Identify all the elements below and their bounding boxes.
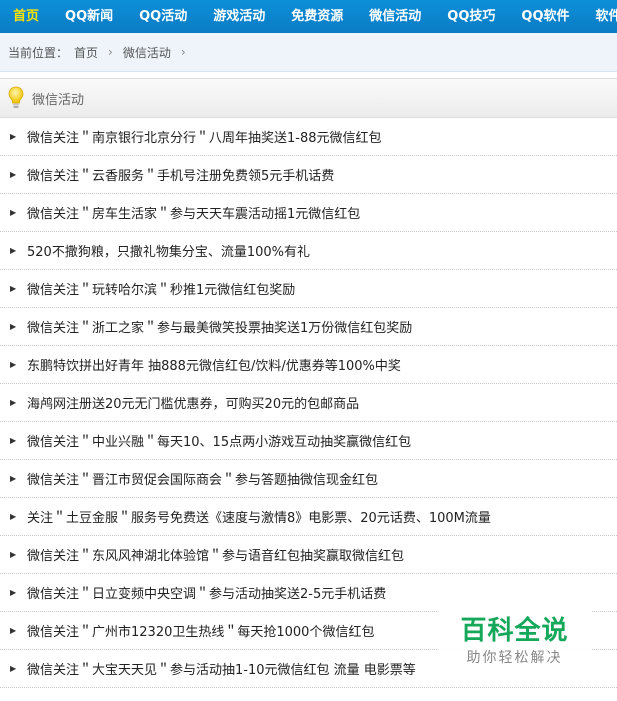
lightbulb-icon: [6, 85, 26, 111]
article-link[interactable]: 微信关注＂日立变频中央空调＂参与活动抽奖送2-5元手机话费: [27, 583, 386, 602]
bullet-arrow-icon: ▶: [10, 322, 17, 331]
list-item[interactable]: ▶ 海鸬网注册送20元无门槛优惠券，可购买20元的包邮商品: [0, 384, 617, 422]
nav-item-game-activities[interactable]: 游戏活动: [200, 0, 278, 33]
bullet-arrow-icon: ▶: [10, 550, 17, 559]
article-link[interactable]: 海鸬网注册送20元无门槛优惠券，可购买20元的包邮商品: [27, 393, 359, 412]
watermark-title: 百科全说: [460, 616, 569, 646]
breadcrumb-wechat-link[interactable]: 微信活动: [123, 44, 171, 61]
bullet-arrow-icon: ▶: [10, 360, 17, 369]
article-link[interactable]: 微信关注＂玩转哈尔滨＂秒推1元微信红包奖励: [27, 279, 295, 298]
article-link[interactable]: 微信关注＂晋江市贸促会国际商会＂参与答题抽微信现金红包: [27, 469, 378, 488]
bullet-arrow-icon: ▶: [10, 398, 17, 407]
chevron-right-icon: ›: [108, 45, 113, 59]
bullet-arrow-icon: ▶: [10, 170, 17, 179]
list-item[interactable]: ▶ 520不撒狗粮，只撒礼物集分宝、流量100%有礼: [0, 232, 617, 270]
chevron-right-icon: ›: [180, 45, 186, 59]
article-link[interactable]: 微信关注＂南京银行北京分行＂八周年抽奖送1-88元微信红包: [27, 127, 382, 146]
list-item[interactable]: ▶ 微信关注＂南京银行北京分行＂八周年抽奖送1-88元微信红包: [0, 118, 617, 156]
article-link[interactable]: 微信关注＂浙工之家＂参与最美微笑投票抽奖送1万份微信红包奖励: [27, 317, 412, 336]
nav-item-wechat-activities[interactable]: 微信活动: [356, 0, 434, 33]
article-link[interactable]: 微信关注＂东风风神湖北体验馆＂参与语音红包抽奖赢取微信红包: [27, 545, 404, 564]
bullet-arrow-icon: ▶: [10, 284, 17, 293]
section-title: 微信活动: [32, 92, 85, 108]
list-item[interactable]: ▶ 微信关注＂晋江市贸促会国际商会＂参与答题抽微信现金红包: [0, 460, 617, 498]
section-header: 微信活动: [0, 78, 617, 118]
article-link[interactable]: 微信关注＂大宝天天见＂参与活动抽1-10元微信红包 流量 电影票等: [27, 659, 416, 678]
list-item[interactable]: ▶ 关注＂土豆金服＂服务号免费送《速度与激情8》电影票、20元话费、100M流量: [0, 498, 617, 536]
list-item[interactable]: ▶ 微信关注＂玩转哈尔滨＂秒推1元微信红包奖励: [0, 270, 617, 308]
nav-item-qq-activities[interactable]: QQ活动: [126, 0, 200, 33]
top-nav: 首页 QQ新闻 QQ活动 游戏活动 免费资源 微信活动 QQ技巧 QQ软件 软件…: [0, 0, 617, 33]
nav-item-free-resources[interactable]: 免费资源: [278, 0, 356, 33]
breadcrumb: 当前位置： 首页 › 微信活动 ›: [0, 33, 617, 72]
list-item[interactable]: ▶ 微信关注＂浙工之家＂参与最美微笑投票抽奖送1万份微信红包奖励: [0, 308, 617, 346]
article-link[interactable]: 微信关注＂云香服务＂手机号注册免费领5元手机话费: [27, 165, 334, 184]
list-item[interactable]: ▶ 东鹏特饮拼出好青年 抽888元微信红包/饮料/优惠券等100%中奖: [0, 346, 617, 384]
article-link[interactable]: 520不撒狗粮，只撒礼物集分宝、流量100%有礼: [27, 241, 310, 260]
list-item[interactable]: ▶ 微信关注＂云香服务＂手机号注册免费领5元手机话费: [0, 156, 617, 194]
watermark: 百科全说 助你轻松解决: [438, 610, 591, 672]
nav-item-home[interactable]: 首页: [0, 0, 52, 33]
nav-item-qq-software[interactable]: QQ软件: [508, 0, 582, 33]
nav-item-qq-tips[interactable]: QQ技巧: [434, 0, 508, 33]
watermark-subtitle: 助你轻松解决: [466, 650, 563, 666]
list-item[interactable]: ▶ 微信关注＂房车生活家＂参与天天车震活动摇1元微信红包: [0, 194, 617, 232]
nav-item-software-categories[interactable]: 软件分类: [583, 0, 617, 33]
article-list: ▶ 微信关注＂南京银行北京分行＂八周年抽奖送1-88元微信红包 ▶ 微信关注＂云香服…: [0, 118, 617, 688]
article-link[interactable]: 微信关注＂房车生活家＂参与天天车震活动摇1元微信红包: [27, 203, 360, 222]
bullet-arrow-icon: ▶: [10, 132, 17, 141]
bullet-arrow-icon: ▶: [10, 246, 17, 255]
article-link[interactable]: 微信关注＂中业兴融＂每天10、15点两小游戏互动抽奖赢微信红包: [27, 431, 411, 450]
bullet-arrow-icon: ▶: [10, 664, 17, 673]
breadcrumb-prefix: 当前位置：: [8, 45, 69, 60]
breadcrumb-home-link[interactable]: 首页: [74, 44, 98, 61]
nav-item-qq-news[interactable]: QQ新闻: [52, 0, 126, 33]
article-link[interactable]: 微信关注＂广州市12320卫生热线＂每天抢1000个微信红包: [27, 621, 374, 640]
bullet-arrow-icon: ▶: [10, 436, 17, 445]
bullet-arrow-icon: ▶: [10, 512, 17, 521]
list-item[interactable]: ▶ 微信关注＂中业兴融＂每天10、15点两小游戏互动抽奖赢微信红包: [0, 422, 617, 460]
bullet-arrow-icon: ▶: [10, 474, 17, 483]
article-link[interactable]: 关注＂土豆金服＂服务号免费送《速度与激情8》电影票、20元话费、100M流量: [27, 507, 491, 526]
bullet-arrow-icon: ▶: [10, 208, 17, 217]
article-link[interactable]: 东鹏特饮拼出好青年 抽888元微信红包/饮料/优惠券等100%中奖: [27, 355, 401, 374]
list-item[interactable]: ▶ 微信关注＂日立变频中央空调＂参与活动抽奖送2-5元手机话费: [0, 574, 617, 612]
bullet-arrow-icon: ▶: [10, 626, 17, 635]
bullet-arrow-icon: ▶: [10, 588, 17, 597]
list-item[interactable]: ▶ 微信关注＂东风风神湖北体验馆＂参与语音红包抽奖赢取微信红包: [0, 536, 617, 574]
